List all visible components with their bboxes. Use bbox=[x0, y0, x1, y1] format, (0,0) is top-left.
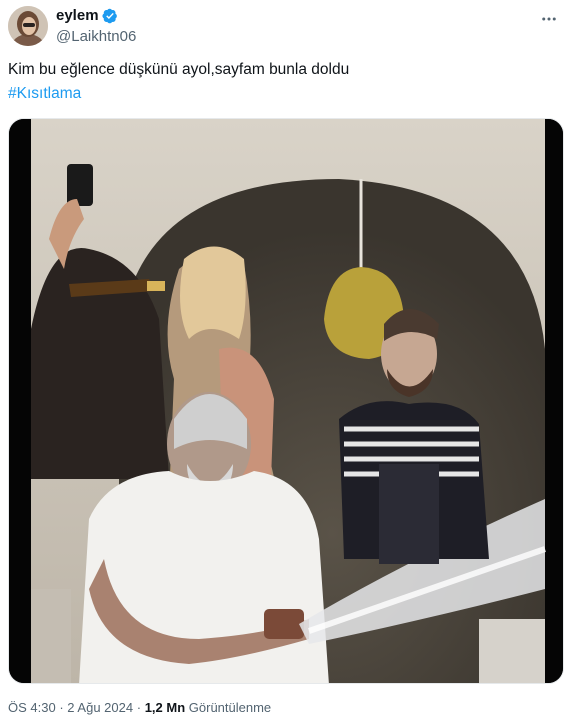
avatar-image bbox=[8, 6, 48, 46]
tweet-body: Kim bu eğlence düşkünü ayol,sayfam bunla… bbox=[8, 61, 350, 78]
tweet-date[interactable]: 2 Ağu 2024 bbox=[67, 700, 133, 715]
views-count: 1,2 Mn bbox=[144, 700, 186, 715]
tweet-time[interactable]: ÖS 4:30 bbox=[8, 700, 56, 715]
tweet-meta: ÖS 4:30 · 2 Ağu 2024 · 1,2 Mn Görüntülen… bbox=[8, 700, 271, 716]
tweet-text: Kim bu eğlence düşkünü ayol,sayfam bunla… bbox=[8, 58, 564, 106]
avatar[interactable] bbox=[8, 6, 48, 46]
tweet-video[interactable] bbox=[8, 118, 564, 684]
more-options-icon[interactable] bbox=[536, 6, 562, 32]
author-names: eylem @Laikhtn06 bbox=[56, 7, 136, 47]
tweet-header: eylem @Laikhtn06 bbox=[0, 0, 572, 56]
views-label: Görüntülenme bbox=[188, 700, 272, 715]
video-frame bbox=[9, 119, 563, 683]
display-name[interactable]: eylem bbox=[56, 7, 99, 25]
display-name-row: eylem bbox=[56, 7, 136, 25]
author-handle[interactable]: @Laikhtn06 bbox=[56, 27, 136, 47]
meta-separator: · bbox=[59, 700, 64, 715]
verified-badge-icon[interactable] bbox=[101, 8, 118, 24]
hashtag-link[interactable]: #Kısıtlama bbox=[8, 82, 564, 106]
meta-separator-2: · bbox=[136, 700, 142, 715]
